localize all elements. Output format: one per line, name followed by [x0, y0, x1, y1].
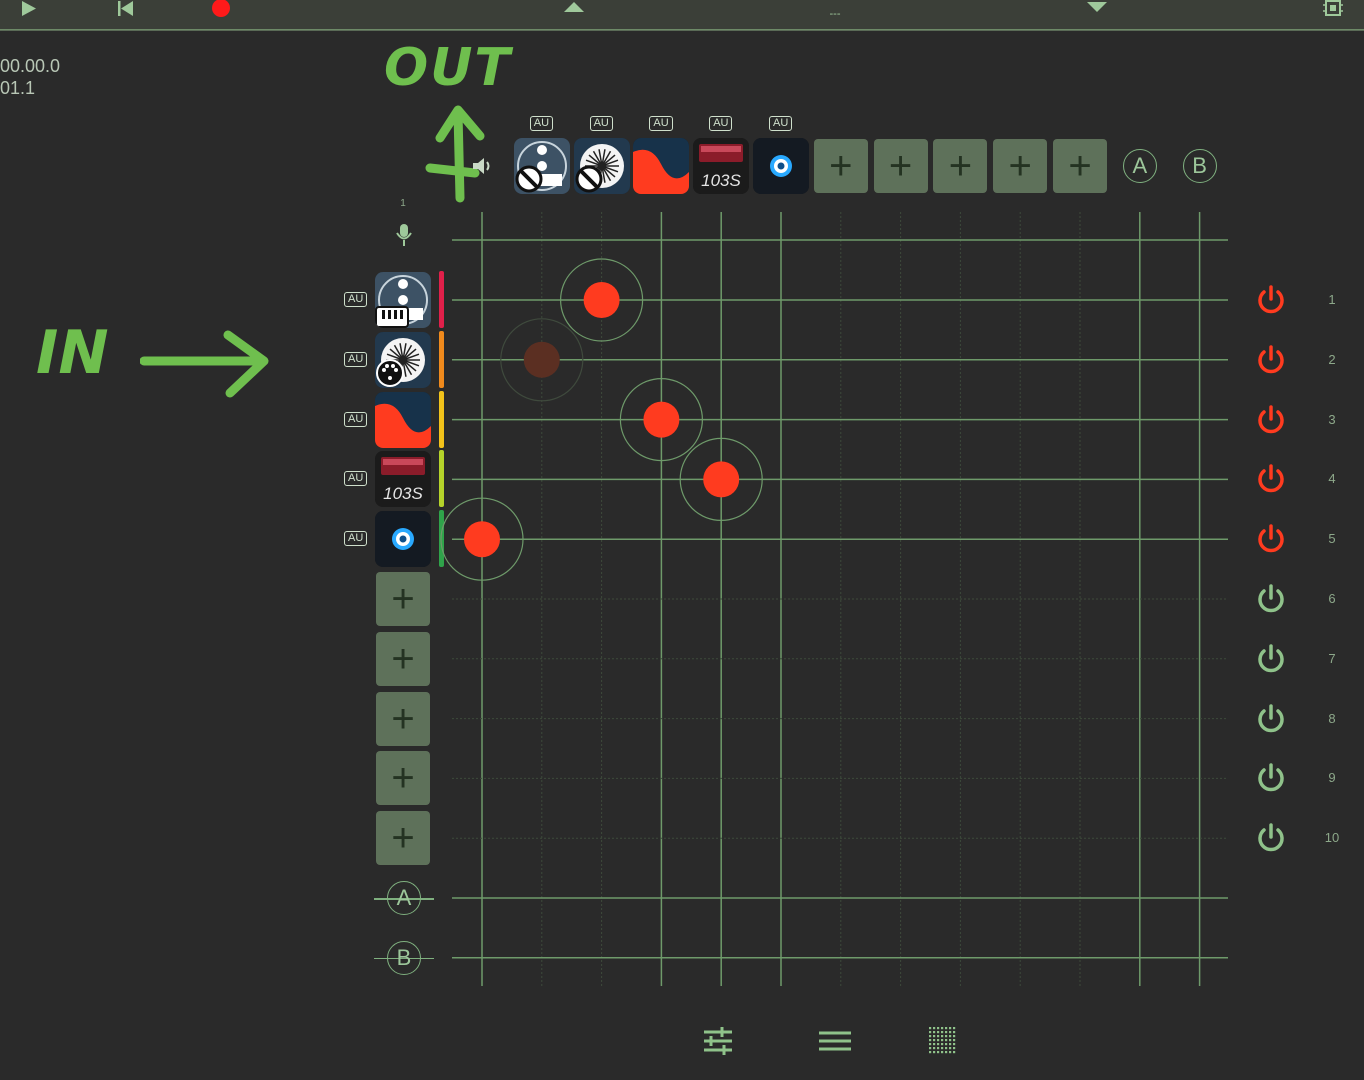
- row-number: 8: [1328, 710, 1336, 726]
- connection-node[interactable]: [703, 461, 740, 498]
- row-power-icon[interactable]: [1255, 762, 1287, 794]
- mixer-sliders-icon[interactable]: [702, 1026, 734, 1056]
- row-power-icon[interactable]: [1255, 822, 1287, 854]
- routing-matrix[interactable]: [0, 0, 1364, 1080]
- row-number: 10: [1324, 830, 1340, 846]
- row-power-icon[interactable]: [1255, 583, 1287, 615]
- menu-lines-icon[interactable]: [818, 1030, 852, 1052]
- connection-node-inactive[interactable]: [523, 341, 560, 378]
- connection-node[interactable]: [583, 282, 620, 318]
- row-number: 9: [1328, 770, 1336, 786]
- row-number: 1: [1328, 292, 1336, 307]
- row-number: 2: [1328, 351, 1336, 367]
- row-power-icon[interactable]: [1255, 643, 1287, 675]
- row-number: 7: [1328, 650, 1336, 666]
- row-power-icon[interactable]: [1255, 703, 1287, 735]
- row-power-icon[interactable]: [1255, 284, 1287, 316]
- row-power-icon[interactable]: [1255, 404, 1287, 436]
- row-power-icon[interactable]: [1255, 523, 1287, 555]
- row-number: 3: [1328, 411, 1336, 427]
- connection-node[interactable]: [643, 401, 680, 438]
- row-power-icon[interactable]: [1255, 344, 1287, 376]
- row-number: 5: [1328, 531, 1336, 547]
- row-number: 4: [1328, 471, 1336, 487]
- row-power-icon[interactable]: [1255, 463, 1287, 495]
- connection-node[interactable]: [464, 521, 500, 558]
- row-number: 6: [1328, 591, 1336, 606]
- grid-dots-icon[interactable]: [928, 1026, 958, 1056]
